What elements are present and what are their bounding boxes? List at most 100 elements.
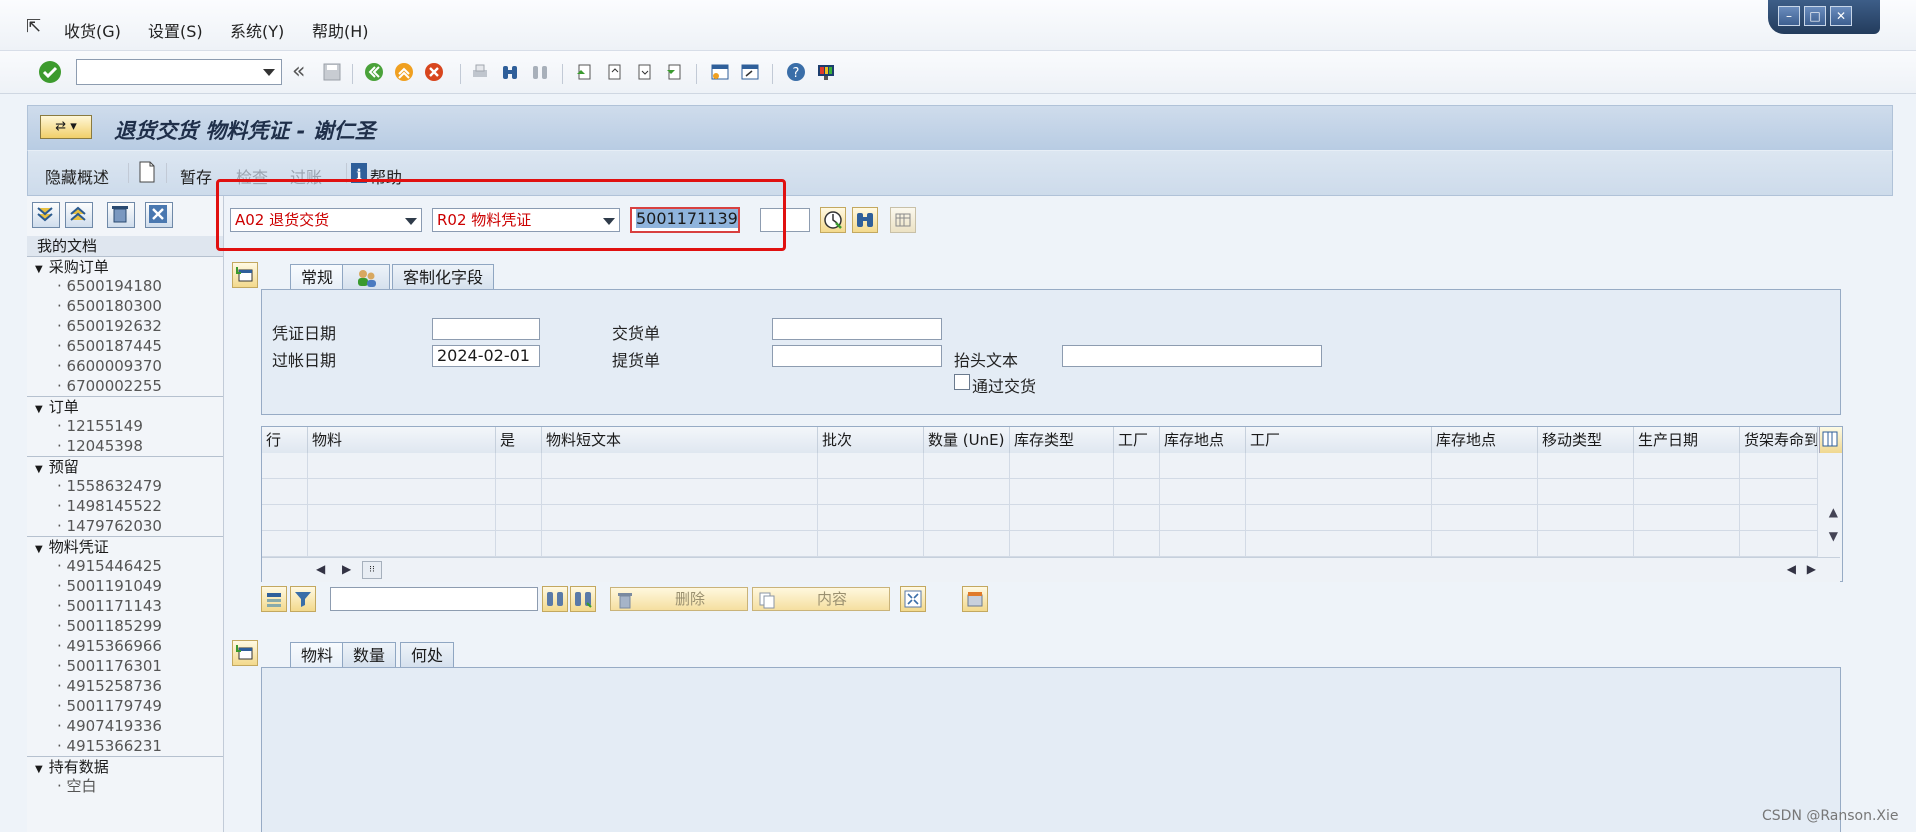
scroll-right-icon[interactable]: ▶ [342, 562, 351, 576]
grid-search-input[interactable] [330, 587, 538, 611]
tree-item[interactable]: · 6500192632 [57, 316, 162, 336]
create-session-icon[interactable] [710, 62, 730, 82]
column-header[interactable]: 批次 [818, 427, 924, 453]
hold-button[interactable]: 暂存 [180, 164, 212, 188]
tree-item[interactable]: · 6500187445 [57, 336, 162, 356]
via-delivery-checkbox[interactable] [954, 374, 970, 390]
doc-date-input[interactable] [432, 318, 540, 340]
tree-item[interactable]: · 6500180300 [57, 296, 162, 316]
scroll-thumb[interactable]: ⁝⁝ [362, 561, 382, 579]
column-header[interactable]: 工厂 [1114, 427, 1160, 453]
detail-toggle-icon[interactable] [232, 640, 258, 666]
tree-root[interactable]: 我的文档 [27, 236, 223, 256]
column-header[interactable]: 工厂 [1246, 427, 1432, 453]
previous-page-icon[interactable] [604, 62, 624, 82]
shortcut-icon[interactable] [740, 62, 760, 82]
tree-item[interactable]: · 6500194180 [57, 276, 162, 296]
tree-item[interactable]: · 4915366231 [57, 736, 162, 756]
tree-item[interactable]: · 12155149 [57, 416, 143, 436]
column-header[interactable]: 库存类型 [1010, 427, 1114, 453]
collapse-all-icon[interactable] [65, 202, 93, 228]
tree-item[interactable]: · 6600009370 [57, 356, 162, 376]
column-header[interactable]: 库存地点 [1432, 427, 1538, 453]
tab-material[interactable]: 物料 [290, 642, 345, 668]
delivery-input[interactable] [772, 318, 942, 340]
menu-system[interactable]: 系统(Y) [230, 18, 284, 42]
scroll-up-icon[interactable]: ▲ [1829, 505, 1838, 519]
tab-quantity[interactable]: 数量 [342, 642, 397, 668]
column-layout-icon[interactable] [1819, 427, 1842, 453]
tree-item[interactable]: · 12045398 [57, 436, 143, 456]
save-icon[interactable] [322, 62, 342, 82]
customize-layout-icon[interactable] [816, 62, 836, 82]
column-header[interactable]: 移动类型 [1538, 427, 1634, 453]
column-header[interactable]: 生产日期 [1634, 427, 1740, 453]
find-next-icon[interactable] [570, 586, 596, 612]
content-button[interactable]: 内容 [752, 587, 890, 611]
column-header[interactable]: 数量 (UnE) [924, 427, 1010, 453]
tab-custom-fields[interactable]: 客制化字段 [392, 264, 495, 290]
find-icon[interactable] [500, 62, 520, 82]
tree-item[interactable]: · 5001176301 [57, 656, 162, 676]
column-header[interactable]: 库存地点 [1160, 427, 1246, 453]
column-header[interactable]: 行 [262, 427, 308, 453]
details-icon[interactable] [900, 586, 926, 612]
scroll-down-icon[interactable]: ▼ [1829, 529, 1838, 543]
configure-icon[interactable] [962, 586, 988, 612]
tree-item[interactable]: · 5001179749 [57, 696, 162, 716]
caret-down-icon[interactable]: ▼ [35, 264, 43, 275]
cancel-icon[interactable] [424, 62, 444, 82]
tree-item[interactable]: · 5001171143 [57, 596, 162, 616]
help-icon[interactable]: ? [786, 62, 806, 82]
tree-item[interactable]: · 4915446425 [57, 556, 162, 576]
post-date-input[interactable]: 2024-02-01 [432, 345, 540, 367]
column-header[interactable]: 物料短文本 [542, 427, 818, 453]
tree-item[interactable]: · 4915366966 [57, 636, 162, 656]
tree-item[interactable]: · 1479762030 [57, 516, 162, 536]
menu-help[interactable]: 帮助(H) [312, 18, 369, 42]
bill-input[interactable] [772, 345, 942, 367]
filter-icon[interactable] [290, 586, 316, 612]
select-all-icon[interactable] [261, 586, 287, 612]
tree-group[interactable]: ▼ 持有数据 [27, 756, 223, 776]
find-next-icon[interactable] [530, 62, 550, 82]
double-chevron-left-icon[interactable]: « [292, 59, 305, 84]
tree-item[interactable]: · 1558632479 [57, 476, 162, 496]
caret-down-icon[interactable]: ▼ [35, 544, 43, 555]
tree-item[interactable]: · 4907419336 [57, 716, 162, 736]
tree-item[interactable]: · 1498145522 [57, 496, 162, 516]
scroll-left-icon[interactable]: ◀ [1787, 562, 1796, 576]
column-header[interactable]: 是 [496, 427, 542, 453]
next-page-icon[interactable] [634, 62, 654, 82]
column-header[interactable]: 货架寿命到 [1740, 427, 1818, 453]
delete-button[interactable]: 删除 [610, 587, 748, 611]
scroll-left-icon[interactable]: ◀ [316, 562, 325, 576]
first-page-icon[interactable] [574, 62, 594, 82]
column-header[interactable]: 物料 [308, 427, 496, 453]
tree-item[interactable]: · 5001185299 [57, 616, 162, 636]
caret-down-icon[interactable]: ▼ [35, 464, 43, 475]
tree-group[interactable]: ▼ 物料凭证 [27, 536, 223, 556]
tab-partner[interactable] [342, 264, 390, 290]
execute-icon[interactable] [820, 207, 846, 233]
tree-item[interactable]: · 空白 [57, 776, 97, 796]
delete-icon[interactable] [107, 202, 135, 228]
tree-item[interactable]: · 6700002255 [57, 376, 162, 396]
tree-group[interactable]: ▼ 订单 [27, 396, 223, 416]
tree-group[interactable]: ▼ 采购订单 [27, 256, 223, 276]
find-icon[interactable] [542, 586, 568, 612]
caret-down-icon[interactable]: ▼ [35, 404, 43, 415]
search-icon[interactable] [852, 207, 878, 233]
caret-down-icon[interactable]: ▼ [35, 764, 43, 775]
maximize-icon[interactable]: □ [1804, 6, 1826, 26]
horizontal-scrollbar[interactable]: ◀ ▶ ⁝⁝ ◀ ▶ [262, 557, 1840, 582]
back-icon[interactable] [364, 62, 384, 82]
new-document-icon[interactable] [138, 161, 156, 183]
table-settings-icon[interactable] [890, 207, 916, 233]
print-icon[interactable] [470, 62, 490, 82]
close-panel-icon[interactable] [145, 202, 173, 228]
expand-all-icon[interactable] [32, 202, 60, 228]
tree-item[interactable]: · 5001191049 [57, 576, 162, 596]
hide-overview-button[interactable]: 隐藏概述 [45, 164, 109, 188]
menu-settings[interactable]: 设置(S) [148, 18, 203, 42]
